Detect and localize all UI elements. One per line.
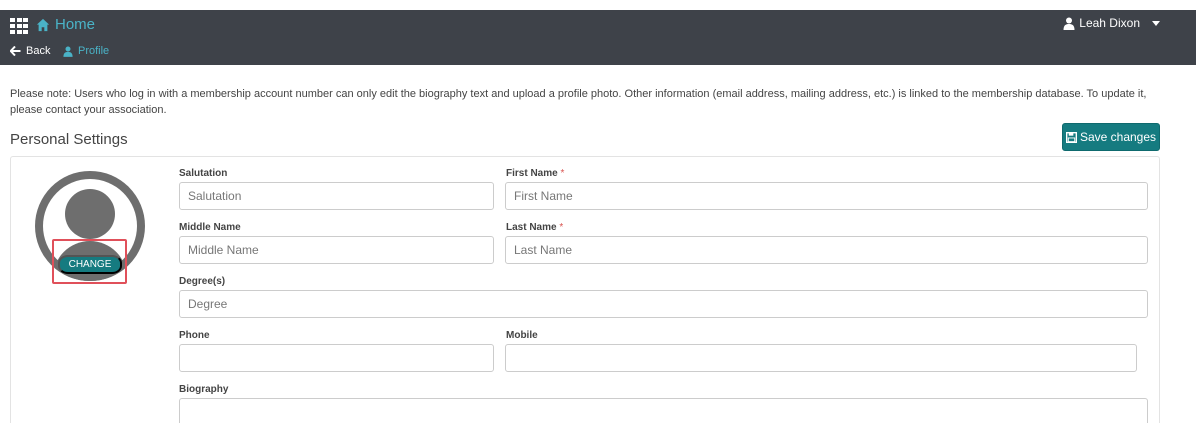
home-link[interactable]: Home — [36, 16, 95, 33]
apps-grid-icon[interactable] — [10, 18, 28, 34]
breadcrumb-profile[interactable]: Profile — [63, 45, 109, 57]
last-name-label: Last Name * — [506, 222, 564, 233]
user-icon — [1063, 17, 1075, 30]
profile-user-icon — [63, 46, 73, 57]
first-name-label: First Name * — [506, 168, 565, 179]
back-link[interactable]: Back — [10, 45, 50, 57]
floppy-disk-icon — [1065, 131, 1077, 143]
first-name-required-mark: * — [560, 168, 565, 179]
middle-name-label: Middle Name — [179, 222, 241, 233]
change-photo-highlight — [52, 239, 127, 284]
last-name-required-mark: * — [559, 222, 564, 233]
biography-label: Biography — [179, 384, 229, 395]
caret-down-icon — [1152, 20, 1160, 26]
home-icon — [36, 18, 50, 31]
user-menu-dropdown[interactable]: Leah Dixon — [1063, 16, 1160, 30]
top-navbar: Home Leah Dixon Back Profile — [0, 10, 1196, 65]
first-name-input[interactable] — [505, 182, 1148, 210]
salutation-label: Salutation — [179, 168, 228, 179]
biography-textarea[interactable] — [179, 398, 1148, 423]
avatar-head — [65, 189, 115, 239]
membership-note: Please note: Users who log in with a mem… — [10, 88, 1147, 116]
home-label: Home — [55, 16, 96, 33]
last-name-input[interactable] — [505, 236, 1148, 264]
phone-label: Phone — [179, 330, 210, 341]
arrow-left-icon — [10, 46, 21, 56]
salutation-input[interactable] — [179, 182, 494, 210]
back-label: Back — [26, 45, 51, 57]
section-title: Personal Settings — [10, 131, 128, 148]
degree-input[interactable] — [179, 290, 1148, 318]
degree-label: Degree(s) — [179, 276, 226, 287]
save-label: Save changes — [1079, 130, 1157, 144]
phone-input[interactable] — [179, 344, 494, 372]
profile-label: Profile — [78, 45, 110, 57]
user-name: Leah Dixon — [1079, 16, 1140, 30]
save-changes-button[interactable]: Save changes — [1062, 123, 1160, 151]
middle-name-input[interactable] — [179, 236, 494, 264]
mobile-input[interactable] — [505, 344, 1137, 372]
mobile-label: Mobile — [506, 330, 538, 341]
